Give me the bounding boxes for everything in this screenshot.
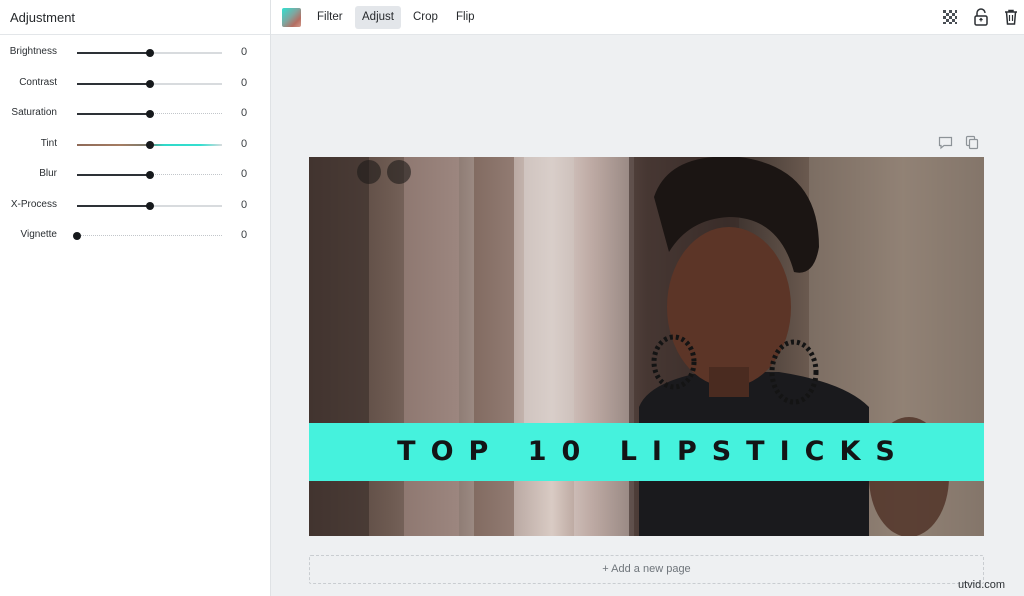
tab-filter[interactable]: Filter bbox=[310, 6, 350, 29]
slider-label: Tint bbox=[40, 138, 57, 149]
slider-label: X-Process bbox=[10, 199, 57, 210]
slider-row-blur: Blur 0 bbox=[0, 165, 270, 185]
slider-label: Blur bbox=[39, 168, 57, 179]
slider-value: 0 bbox=[240, 107, 248, 119]
add-page-button[interactable]: + Add a new page bbox=[309, 555, 984, 584]
slider-value: 0 bbox=[240, 199, 248, 211]
slider-value: 0 bbox=[240, 46, 248, 58]
toolbar: Filter Adjust Crop Flip bbox=[271, 0, 1024, 35]
slider-label: Brightness bbox=[9, 46, 57, 57]
trash-icon[interactable] bbox=[1002, 8, 1020, 26]
slider-value: 0 bbox=[240, 77, 248, 89]
design-page[interactable]: TOP 10 LIPSTICKS bbox=[309, 157, 984, 536]
slider-row-brightness: Brightness 0 bbox=[0, 43, 270, 63]
slider-row-contrast: Contrast 0 bbox=[0, 74, 270, 94]
saturation-slider[interactable] bbox=[77, 110, 222, 118]
slider-label: Vignette bbox=[20, 229, 57, 240]
vignette-slider[interactable] bbox=[73, 232, 222, 240]
banner-text[interactable]: TOP 10 LIPSTICKS bbox=[309, 423, 984, 481]
slider-row-tint: Tint 0 bbox=[0, 135, 270, 155]
blur-slider[interactable] bbox=[77, 171, 222, 179]
slider-label: Contrast bbox=[19, 77, 57, 88]
slider-value: 0 bbox=[240, 168, 248, 180]
slider-knob[interactable] bbox=[145, 141, 154, 149]
slider-knob[interactable] bbox=[145, 49, 154, 57]
slider-knob[interactable] bbox=[145, 110, 154, 118]
tab-crop[interactable]: Crop bbox=[406, 6, 445, 29]
slider-knob[interactable] bbox=[145, 202, 154, 210]
tab-adjust[interactable]: Adjust bbox=[355, 6, 401, 29]
slider-knob[interactable] bbox=[145, 80, 154, 88]
duplicate-icon[interactable] bbox=[965, 135, 979, 150]
x-process-slider[interactable] bbox=[77, 202, 222, 210]
slider-row-vignette: Vignette 0 bbox=[0, 226, 270, 246]
slider-row-x-process: X-Process 0 bbox=[0, 196, 270, 216]
adjustment-panel: Adjustment Brightness 0 Contrast 0 Satur… bbox=[0, 0, 271, 596]
slider-knob[interactable] bbox=[145, 171, 154, 179]
contrast-slider[interactable] bbox=[77, 80, 222, 88]
tab-flip[interactable]: Flip bbox=[449, 6, 482, 29]
unlock-icon[interactable] bbox=[972, 8, 990, 26]
brightness-slider[interactable] bbox=[77, 49, 222, 57]
transparency-icon[interactable] bbox=[941, 8, 959, 26]
slider-value: 0 bbox=[240, 229, 248, 241]
slider-label: Saturation bbox=[11, 107, 57, 118]
slider-row-saturation: Saturation 0 bbox=[0, 104, 270, 124]
watermark: utvid.com bbox=[958, 579, 1006, 591]
panel-title: Adjustment bbox=[0, 0, 270, 35]
slider-knob[interactable] bbox=[73, 232, 81, 240]
image-thumbnail[interactable] bbox=[282, 8, 301, 27]
tint-slider[interactable] bbox=[77, 141, 222, 149]
slider-value: 0 bbox=[240, 138, 248, 150]
comment-icon[interactable] bbox=[938, 136, 953, 150]
